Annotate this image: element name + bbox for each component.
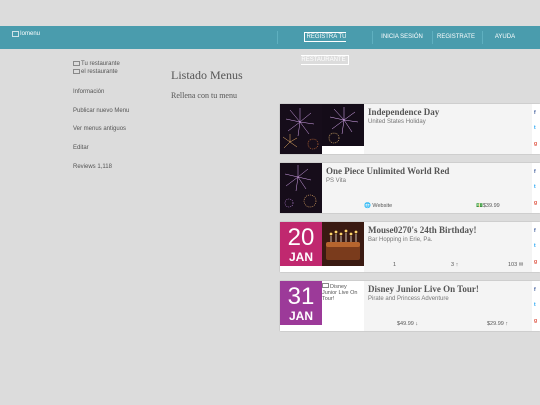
brand-logo[interactable]: Iomenu: [12, 31, 40, 37]
broken-image-icon: [322, 283, 329, 288]
sidebar: Tu restaurante el restaurante Informació…: [73, 60, 153, 170]
date-day: 31: [287, 283, 315, 310]
facebook-icon[interactable]: f: [534, 169, 536, 175]
fireworks-image: [280, 163, 322, 213]
page-title: Listado Menus: [171, 68, 243, 82]
price-tag: 💵$39.99: [476, 203, 500, 209]
male-icon: ↑: [455, 262, 459, 268]
card-subtitle: PS Vita: [326, 178, 346, 184]
envelope-icon: ✉: [518, 262, 524, 268]
google-plus-icon[interactable]: g: [534, 200, 537, 206]
sidebar-item-info[interactable]: Información: [73, 89, 104, 95]
menu-card[interactable]: 20 JAN Mouse0270's 24th Birthday! Bar Ho…: [280, 222, 540, 272]
male-icon: ↓: [415, 321, 419, 327]
card-subtitle: United States Holiday: [368, 119, 426, 125]
sidebar-logo-alt: el restaurante: [73, 68, 153, 76]
google-plus-icon[interactable]: g: [534, 259, 537, 265]
card-title: Disney Junior Live On Tour!: [368, 284, 479, 294]
top-band: [0, 0, 540, 26]
stat-count: 3 ↑: [451, 262, 459, 268]
stat-count: 103 ✉: [508, 262, 524, 268]
sidebar-item-publish-menu[interactable]: Publicar nuevo Menu: [73, 108, 129, 114]
fireworks-image: [322, 104, 364, 146]
share-bar: f t g: [532, 104, 540, 154]
card-body: Mouse0270's 24th Birthday! Bar Hopping i…: [364, 222, 532, 272]
nav-login[interactable]: INICIA SESIÓN: [378, 26, 426, 49]
twitter-icon[interactable]: t: [534, 302, 536, 308]
nav-divider: [372, 31, 373, 44]
facebook-icon[interactable]: f: [534, 287, 536, 293]
menu-card[interactable]: Independence Day United States Holiday f…: [280, 104, 540, 154]
menu-card[interactable]: 31 JAN Disney Junior Live On Tour! Disne…: [280, 281, 540, 331]
card-body: Independence Day United States Holiday: [364, 104, 532, 154]
card-title: Mouse0270's 24th Birthday!: [368, 225, 477, 235]
card-title: Independence Day: [368, 107, 440, 117]
share-bar: f t g: [532, 222, 540, 272]
twitter-icon[interactable]: t: [534, 243, 536, 249]
date-badge: 31 JAN: [280, 281, 322, 325]
nav-divider: [277, 31, 278, 44]
broken-image-icon: [12, 31, 19, 37]
nav-divider: [432, 31, 433, 44]
card-body: One Piece Unlimited World Red PS Vita 🌐 …: [322, 163, 532, 213]
page-subtitle: Rellena con tu menu: [171, 91, 237, 100]
nav-register-restaurant-label: REGISTRA TU RESTAURANTE: [301, 32, 349, 65]
price-tag: $49.99 ↓: [397, 321, 419, 327]
twitter-icon[interactable]: t: [534, 125, 536, 131]
broken-image-icon: [73, 68, 80, 74]
google-plus-icon[interactable]: g: [534, 318, 537, 324]
money-icon: 💵: [476, 203, 483, 209]
globe-icon: 🌐: [364, 203, 371, 209]
sidebar-item-old-menus[interactable]: Ver menus antiguos: [73, 126, 126, 132]
facebook-icon[interactable]: f: [534, 110, 536, 116]
broken-image-icon: [73, 60, 80, 66]
sidebar-item-reviews[interactable]: Reviews 1,118: [73, 164, 112, 170]
menu-card[interactable]: One Piece Unlimited World Red PS Vita 🌐 …: [280, 163, 540, 213]
price-tag: $29.99 ↑: [487, 321, 509, 327]
card-title: One Piece Unlimited World Red: [326, 166, 450, 176]
navbar: Iomenu REGISTRA TU RESTAURANTE INICIA SE…: [0, 26, 540, 65]
google-plus-icon[interactable]: g: [534, 141, 537, 147]
nav-help[interactable]: AYUDA: [490, 26, 520, 49]
sidebar-restaurant-logo[interactable]: Tu restaurante el restaurante: [73, 60, 153, 76]
facebook-icon[interactable]: f: [534, 228, 536, 234]
card-subtitle: Pirate and Princess Adventure: [368, 296, 449, 302]
nav-signup[interactable]: REGISTRATE: [436, 26, 476, 49]
website-link[interactable]: 🌐 Website: [364, 203, 392, 209]
nav-register-restaurant[interactable]: REGISTRA TU RESTAURANTE: [284, 26, 366, 65]
date-month: JAN: [288, 250, 313, 264]
sidebar-title: Tu restaurante: [73, 60, 153, 68]
fireworks-image: [280, 104, 322, 154]
birthday-cake-image: [322, 222, 364, 266]
broken-event-image: Disney Junior Live On Tour!: [322, 283, 358, 302]
sidebar-item-edit[interactable]: Editar: [73, 145, 89, 151]
male-icon: ↑: [505, 321, 509, 327]
stat-count: 1: [393, 262, 397, 268]
share-bar: f t g: [532, 281, 540, 331]
share-bar: f t g: [532, 163, 540, 213]
card-subtitle: Bar Hopping in Erie, Pa.: [368, 237, 433, 243]
date-month: JAN: [288, 309, 313, 323]
date-badge: 20 JAN: [280, 222, 322, 266]
nav-divider: [482, 31, 483, 44]
brand-alt-text: Iomenu: [20, 31, 41, 37]
date-day: 20: [287, 224, 315, 251]
twitter-icon[interactable]: t: [534, 184, 536, 190]
